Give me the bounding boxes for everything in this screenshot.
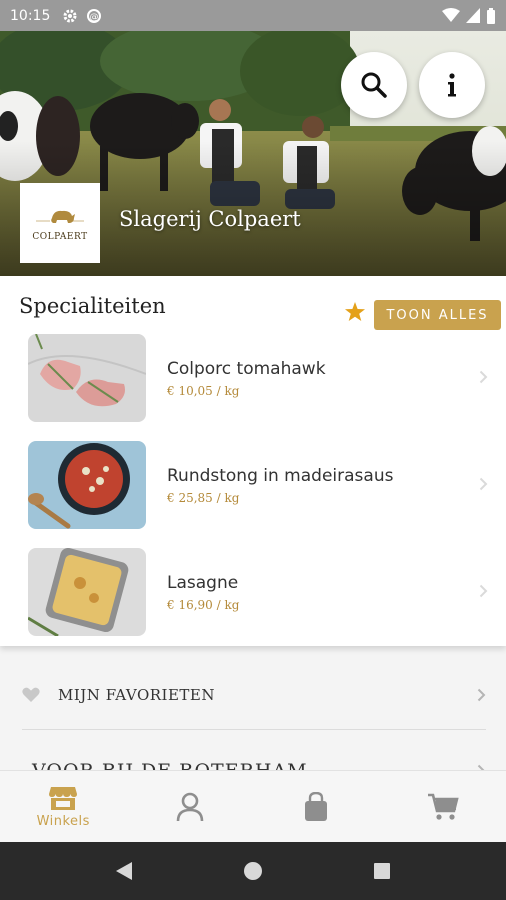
product-price: € 10,05 / kg bbox=[167, 383, 240, 398]
info-icon bbox=[448, 73, 456, 97]
section-title: Specialiteiten bbox=[19, 294, 166, 318]
bottom-navigation: Winkels bbox=[0, 770, 506, 842]
info-button[interactable] bbox=[419, 52, 485, 118]
product-item[interactable]: Lasagne € 16,90 / kg bbox=[28, 548, 506, 636]
nav-winkels[interactable]: Winkels bbox=[0, 771, 127, 842]
product-image bbox=[28, 334, 146, 422]
hero-banner: COLPAERT Slagerij Colpaert bbox=[0, 31, 506, 276]
wifi-icon bbox=[442, 8, 460, 22]
search-button[interactable] bbox=[341, 52, 407, 118]
chevron-right-icon bbox=[479, 584, 488, 598]
favorites-label: MIJN FAVORIETEN bbox=[58, 686, 215, 704]
nav-orders[interactable] bbox=[253, 771, 380, 842]
nav-account[interactable] bbox=[127, 771, 254, 842]
status-bar: 10:15 @ bbox=[0, 0, 506, 31]
product-info: Lasagne € 16,90 / kg bbox=[167, 573, 239, 612]
app-screen: 10:15 @ COLPAERT Slagerij Colpaert Speci… bbox=[0, 0, 506, 900]
product-image bbox=[28, 548, 146, 636]
heart-icon bbox=[22, 687, 40, 702]
star-icon bbox=[345, 302, 365, 321]
store-icon bbox=[49, 786, 78, 810]
nav-label: Winkels bbox=[36, 813, 90, 829]
data-saver-icon: @ bbox=[87, 8, 102, 23]
product-item[interactable]: Colporc tomahawk € 10,05 / kg bbox=[28, 334, 506, 422]
search-icon bbox=[361, 72, 387, 98]
product-item[interactable]: Rundstong in madeirasaus € 25,85 / kg bbox=[28, 441, 506, 529]
nav-cart[interactable] bbox=[380, 771, 506, 842]
recents-icon[interactable] bbox=[373, 862, 391, 880]
shopping-bag-icon bbox=[305, 791, 328, 821]
shop-logo: COLPAERT bbox=[20, 183, 100, 263]
battery-icon bbox=[487, 7, 495, 24]
svg-text:@: @ bbox=[90, 12, 99, 22]
specialties-section: Specialiteiten TOON ALLES Colporc tomaha… bbox=[0, 276, 506, 646]
settings-icon bbox=[63, 9, 77, 22]
home-icon[interactable] bbox=[243, 861, 263, 881]
chevron-right-icon bbox=[479, 370, 488, 384]
status-time: 10:15 bbox=[10, 7, 51, 24]
user-icon bbox=[176, 792, 204, 821]
product-name: Colporc tomahawk bbox=[167, 358, 326, 379]
product-name: Rundstong in madeirasaus bbox=[167, 465, 394, 486]
pig-logo-icon bbox=[36, 210, 84, 223]
product-price: € 25,85 / kg bbox=[167, 490, 240, 505]
cart-icon bbox=[427, 793, 459, 820]
product-price: € 16,90 / kg bbox=[167, 597, 240, 612]
product-image bbox=[28, 441, 146, 529]
signal-icon bbox=[466, 8, 480, 23]
product-name: Lasagne bbox=[167, 572, 239, 593]
product-info: Colporc tomahawk € 10,05 / kg bbox=[167, 359, 326, 398]
chevron-right-icon bbox=[479, 477, 488, 491]
back-icon[interactable] bbox=[115, 861, 133, 881]
logo-text: COLPAERT bbox=[32, 232, 88, 242]
chevron-right-icon bbox=[477, 688, 486, 702]
system-navigation-bar bbox=[0, 842, 506, 900]
divider bbox=[22, 729, 486, 730]
product-info: Rundstong in madeirasaus € 25,85 / kg bbox=[167, 466, 393, 505]
favorites-row[interactable]: MIJN FAVORIETEN bbox=[22, 680, 486, 710]
shop-name: Slagerij Colpaert bbox=[119, 207, 301, 231]
show-all-button[interactable]: TOON ALLES bbox=[374, 300, 501, 330]
